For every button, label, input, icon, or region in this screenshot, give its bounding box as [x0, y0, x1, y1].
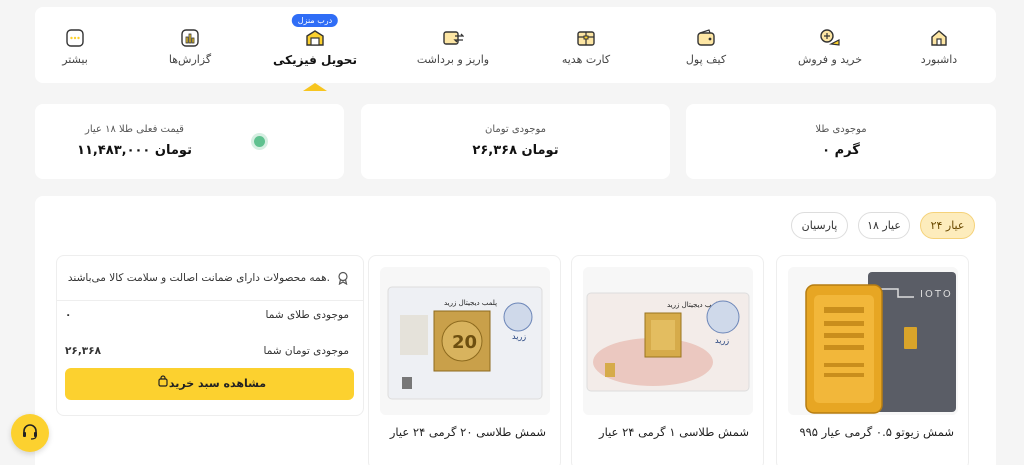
toman-balance-label: موجودی تومان شما	[263, 345, 349, 357]
talasi-1g-bar-image: پلمب دیجیتال زرید زرید	[583, 267, 753, 415]
nav-item-buy-sell[interactable]: خرید و فروش	[770, 7, 890, 83]
view-cart-button[interactable]: مشاهده سبد خرید	[65, 368, 354, 400]
toman-balance-title: موجودی تومان	[484, 124, 547, 135]
gold-balance-value: ۰ گرم	[822, 143, 860, 158]
brand-text: زرید	[715, 336, 729, 345]
nav-item-reports[interactable]: گزارش‌ها	[130, 7, 250, 83]
products-section: ۲۴ عیار ۱۸ عیار پارسیان IOTO شمش زیوتو ۰…	[35, 196, 996, 465]
nav-label: واریز و برداشت	[416, 53, 490, 66]
divider	[57, 300, 363, 301]
zioto-gold-bar-image: IOTO	[788, 267, 958, 415]
brand-text: زرید	[512, 332, 526, 341]
reports-icon	[179, 27, 201, 49]
nav-label: خرید و فروش	[797, 53, 863, 66]
nav-item-deposit-withdraw[interactable]: واریز و برداشت	[393, 7, 513, 83]
home-delivery-badge: درب منزل	[291, 14, 339, 27]
toman-balance-card: موجودی تومان ۲۶,۳۶۸ تومان	[361, 104, 670, 179]
buy-sell-icon	[819, 27, 841, 49]
nav-label: بیشتر	[62, 53, 88, 66]
more-icon	[64, 27, 86, 49]
product-name: شمش طلاسی ۱ گرمی ۲۴ عیار	[599, 425, 749, 439]
product-name: شمش زیوتو ۰.۵ گرمی عیار ۹۹۵	[799, 425, 954, 439]
talasi-20g-bar-image: پلمب دیجیتال زرید زرید 20	[380, 267, 550, 415]
filter-chip-18k[interactable]: ۱۸ عیار	[858, 212, 910, 239]
deposit-withdraw-icon	[442, 27, 464, 49]
active-indicator	[303, 83, 327, 91]
product-name: شمش طلاسی ۲۰ گرمی ۲۴ عیار	[389, 425, 546, 439]
toman-balance-amount: ۲۶,۳۶۸	[65, 345, 102, 357]
gold-balance-label: موجودی طلای شما	[265, 309, 349, 321]
toman-balance-value: ۲۶,۳۶۸ تومان	[472, 143, 559, 158]
gold-price-card: قیمت فعلی طلا ۱۸ عیار ۱۱,۴۸۳,۰۰۰ تومان	[35, 104, 344, 179]
live-price-indicator	[254, 136, 265, 147]
nav-item-wallet[interactable]: کیف پول	[646, 7, 766, 83]
cart-summary-panel: همه محصولات دارای ضمانت اصالت و سلامت کا…	[56, 255, 364, 416]
wallet-icon	[695, 27, 717, 49]
nav-item-more[interactable]: بیشتر	[15, 7, 135, 83]
support-button[interactable]	[11, 414, 49, 452]
filter-chip-parsian[interactable]: پارسیان	[791, 212, 848, 239]
filter-chip-24k[interactable]: ۲۴ عیار	[920, 212, 975, 239]
gold-balance-title: موجودی طلا	[815, 124, 867, 135]
coin-number-text: 20	[452, 332, 477, 353]
nav-item-dashboard[interactable]: داشبورد	[879, 7, 999, 83]
nav-label: گزارش‌ها	[168, 53, 212, 66]
seal-title-text: پلمب دیجیتال زرید	[444, 299, 497, 307]
gift-card-icon	[575, 27, 597, 49]
physical-delivery-icon	[304, 27, 326, 49]
nav-label: تحویل فیزیکی	[273, 53, 357, 67]
nav-label: کیف پول	[685, 53, 727, 66]
home-icon	[928, 27, 950, 49]
gold-price-value: ۱۱,۴۸۳,۰۰۰ تومان	[77, 143, 192, 158]
nav-item-gift-card[interactable]: کارت هدیه	[526, 7, 646, 83]
view-cart-label: مشاهده سبد خرید	[168, 377, 267, 390]
top-nav: داشبورد خرید و فروش کیف پول کارت هدیه وا…	[35, 7, 999, 91]
product-card[interactable]: IOTO شمش زیوتو ۰.۵ گرمی عیار ۹۹۵	[776, 255, 969, 465]
product-card[interactable]: پلمب دیجیتال زرید زرید شمش طلاسی ۱ گرمی …	[571, 255, 764, 465]
shopping-bag-icon	[157, 368, 169, 400]
gold-balance-card: موجودی طلا ۰ گرم	[686, 104, 996, 179]
gold-price-title: قیمت فعلی طلا ۱۸ عیار	[85, 124, 184, 135]
nav-item-physical-delivery[interactable]: درب منزل تحویل فیزیکی	[255, 7, 375, 91]
nav-label: کارت هدیه	[561, 53, 611, 66]
product-card[interactable]: پلمب دیجیتال زرید زرید 20 شمش طلاسی ۲۰ گ…	[368, 255, 561, 465]
authenticity-note: همه محصولات دارای ضمانت اصالت و سلامت کا…	[67, 272, 330, 284]
zioto-brand-text: IOTO	[920, 289, 953, 300]
nav-label: داشبورد	[920, 53, 958, 66]
gold-balance-amount: ۰	[65, 309, 72, 321]
headset-icon	[21, 422, 39, 444]
certificate-icon	[336, 270, 350, 289]
